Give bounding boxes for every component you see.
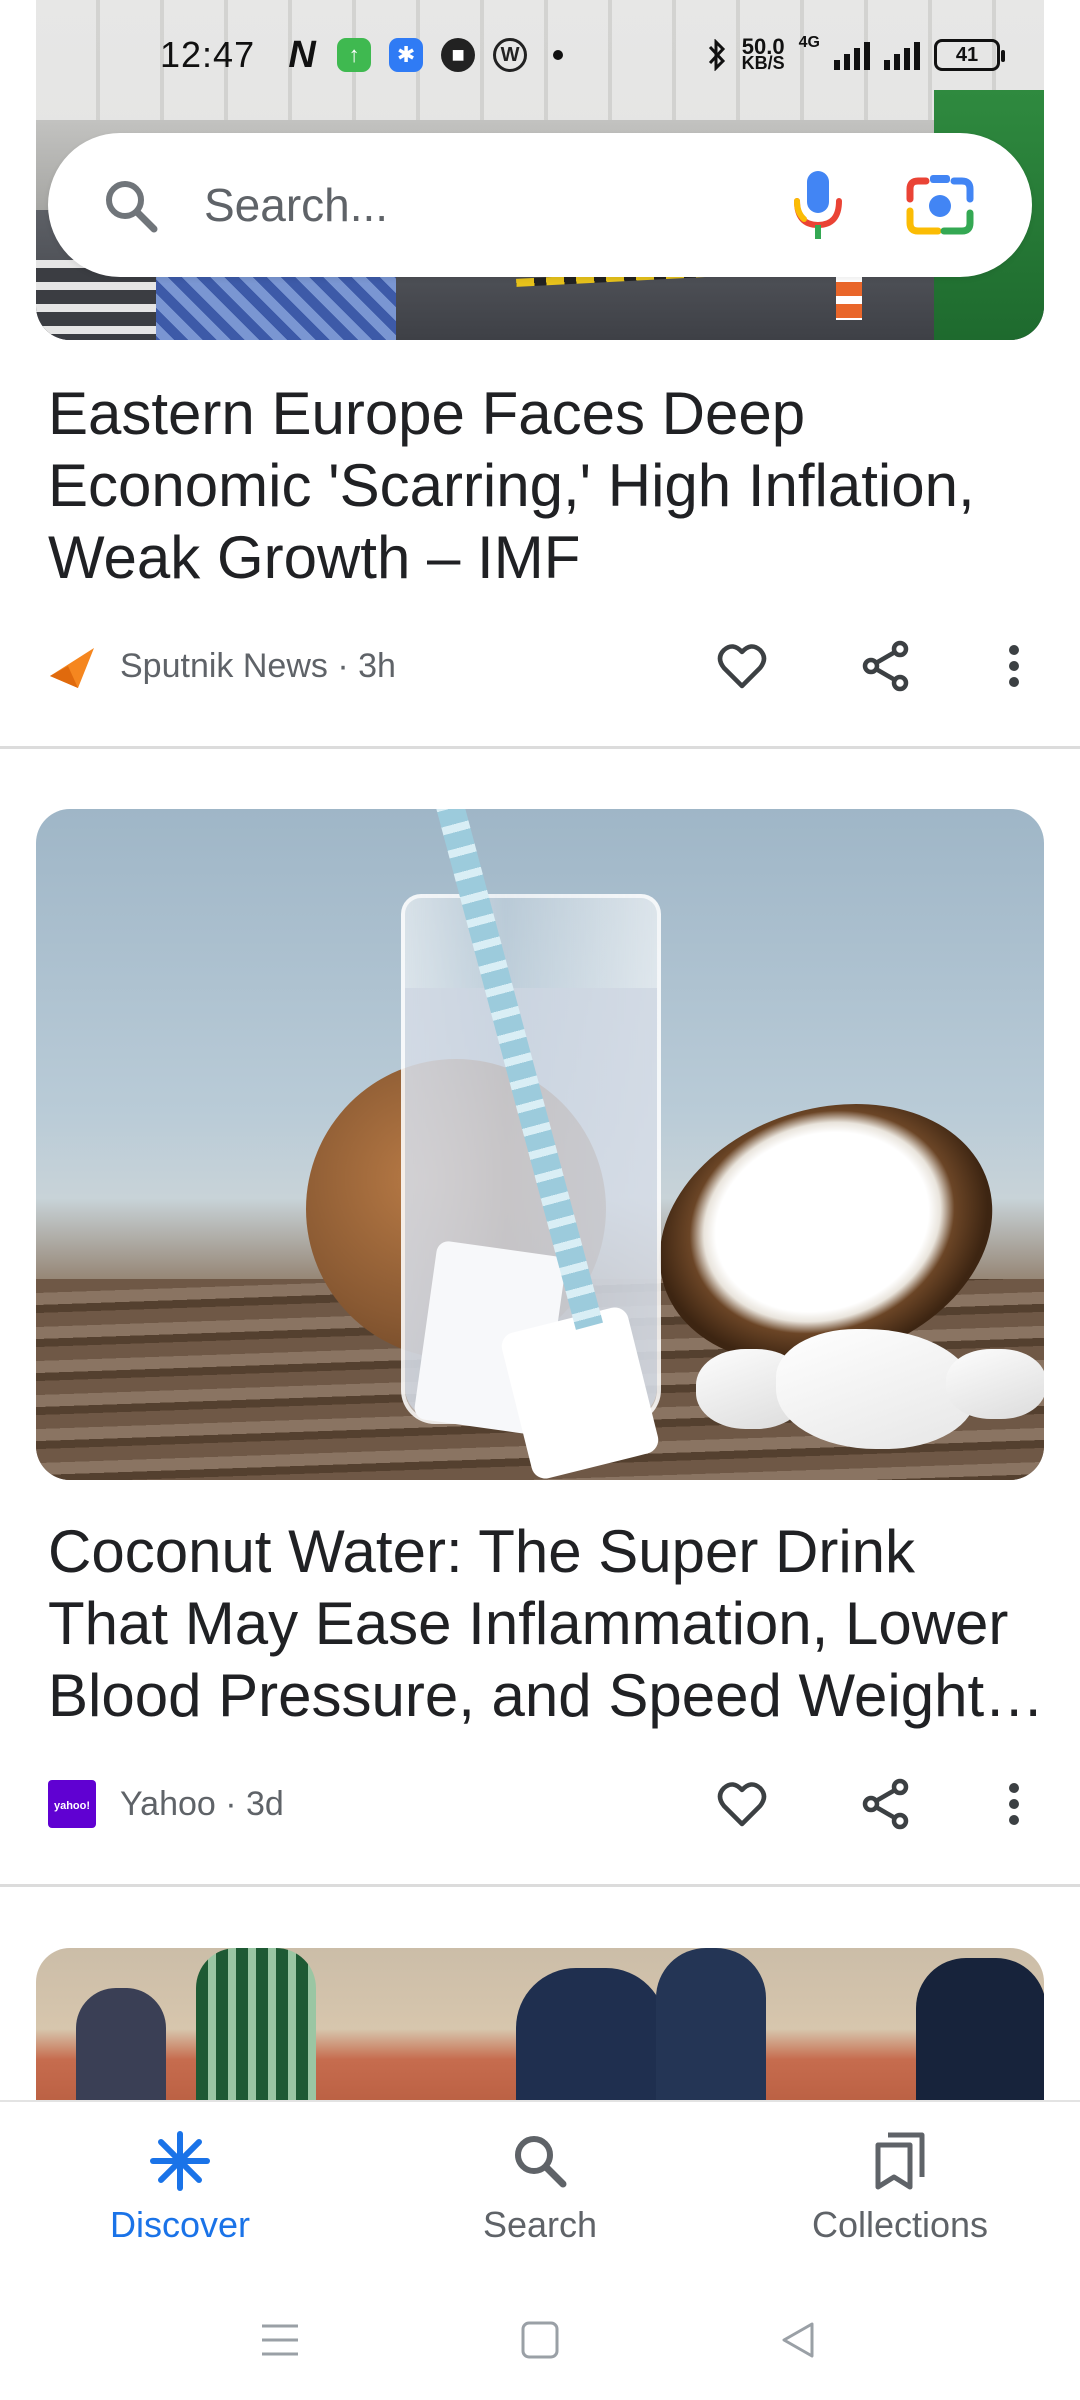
home-button[interactable] [510, 2310, 570, 2370]
green-upload-icon: ↑ [337, 38, 372, 72]
sputnik-news-logo [50, 648, 94, 688]
signal-icon-1 [834, 40, 870, 70]
more-vert-icon [1009, 645, 1019, 687]
nav-collections[interactable]: Collections [720, 2102, 1080, 2280]
image-coconut-chunk [946, 1349, 1044, 1419]
status-bar: 12:47 N ↑ ✱ ■ W 50.0 KB/S 4G 41 [0, 0, 1080, 110]
asterisk-icon [145, 2126, 215, 2196]
collections-icon [865, 2126, 935, 2196]
red-app-icon: ■ [441, 38, 476, 72]
article-meta: Sputnik News · 3h [48, 636, 1032, 696]
back-button[interactable] [768, 2310, 828, 2370]
battery-icon: 41 [934, 39, 1005, 71]
menu-icon [262, 2324, 298, 2356]
share-button[interactable] [856, 636, 916, 696]
battery-level: 41 [955, 43, 979, 66]
article-title[interactable]: Coconut Water: The Super Drink That May … [48, 1516, 1048, 1732]
signal-icon-2 [884, 40, 920, 70]
system-navigation-bar [0, 2280, 1080, 2400]
divider [0, 746, 1080, 749]
share-button[interactable] [856, 1774, 916, 1834]
share-icon [862, 1778, 909, 1830]
article-meta: yahoo! Yahoo · 3d [48, 1774, 1032, 1834]
search-bar[interactable] [48, 133, 1032, 277]
status-right: 50.0 KB/S 4G 41 [706, 0, 1005, 110]
nav-label: Discover [109, 2204, 251, 2245]
search-input[interactable] [204, 133, 764, 277]
image-water [405, 988, 662, 1480]
heart-icon [717, 644, 767, 689]
network-type: 4G [798, 34, 820, 51]
more-options-button[interactable] [984, 1774, 1044, 1834]
yahoo-logo: yahoo! [48, 1780, 96, 1828]
back-triangle-icon [782, 2322, 814, 2358]
microphone-icon[interactable] [788, 169, 848, 241]
more-options-button[interactable] [984, 636, 1044, 696]
more-vert-icon [1009, 1783, 1019, 1825]
more-dot-icon [553, 50, 564, 60]
bottom-navigation: Discover Search Collections [0, 2100, 1080, 2280]
n-app-icon: N [288, 33, 316, 76]
search-icon [106, 181, 158, 233]
net-speed-unit: KB/S [741, 53, 785, 73]
svg-text:yahoo!: yahoo! [54, 1800, 90, 1812]
article-source: Sputnik News · 3h [120, 646, 396, 685]
divider [0, 1884, 1080, 1887]
bluetooth-app-icon: ✱ [389, 38, 424, 72]
article-source: Yahoo · 3d [120, 1784, 284, 1823]
article-image-coconut-water[interactable] [36, 809, 1044, 1480]
search-icon [505, 2126, 575, 2196]
nav-label: Search [482, 2204, 598, 2245]
nav-label: Collections [811, 2204, 989, 2245]
article-title[interactable]: Eastern Europe Faces Deep Economic 'Scar… [48, 378, 1048, 594]
home-square-icon [521, 2321, 559, 2359]
nav-discover[interactable]: Discover [0, 2102, 360, 2280]
heart-icon [717, 1782, 767, 1827]
nav-search[interactable]: Search [360, 2102, 720, 2280]
like-button[interactable] [712, 636, 772, 696]
like-button[interactable] [712, 1774, 772, 1834]
status-time: 12:47 [160, 34, 256, 75]
wordpress-icon: W [493, 38, 528, 72]
camera-lens-icon[interactable] [904, 171, 976, 239]
recent-apps-button[interactable] [250, 2310, 310, 2370]
share-icon [862, 640, 909, 692]
bluetooth-icon [708, 39, 725, 71]
net-speed: 50.0 KB/S [741, 36, 785, 73]
